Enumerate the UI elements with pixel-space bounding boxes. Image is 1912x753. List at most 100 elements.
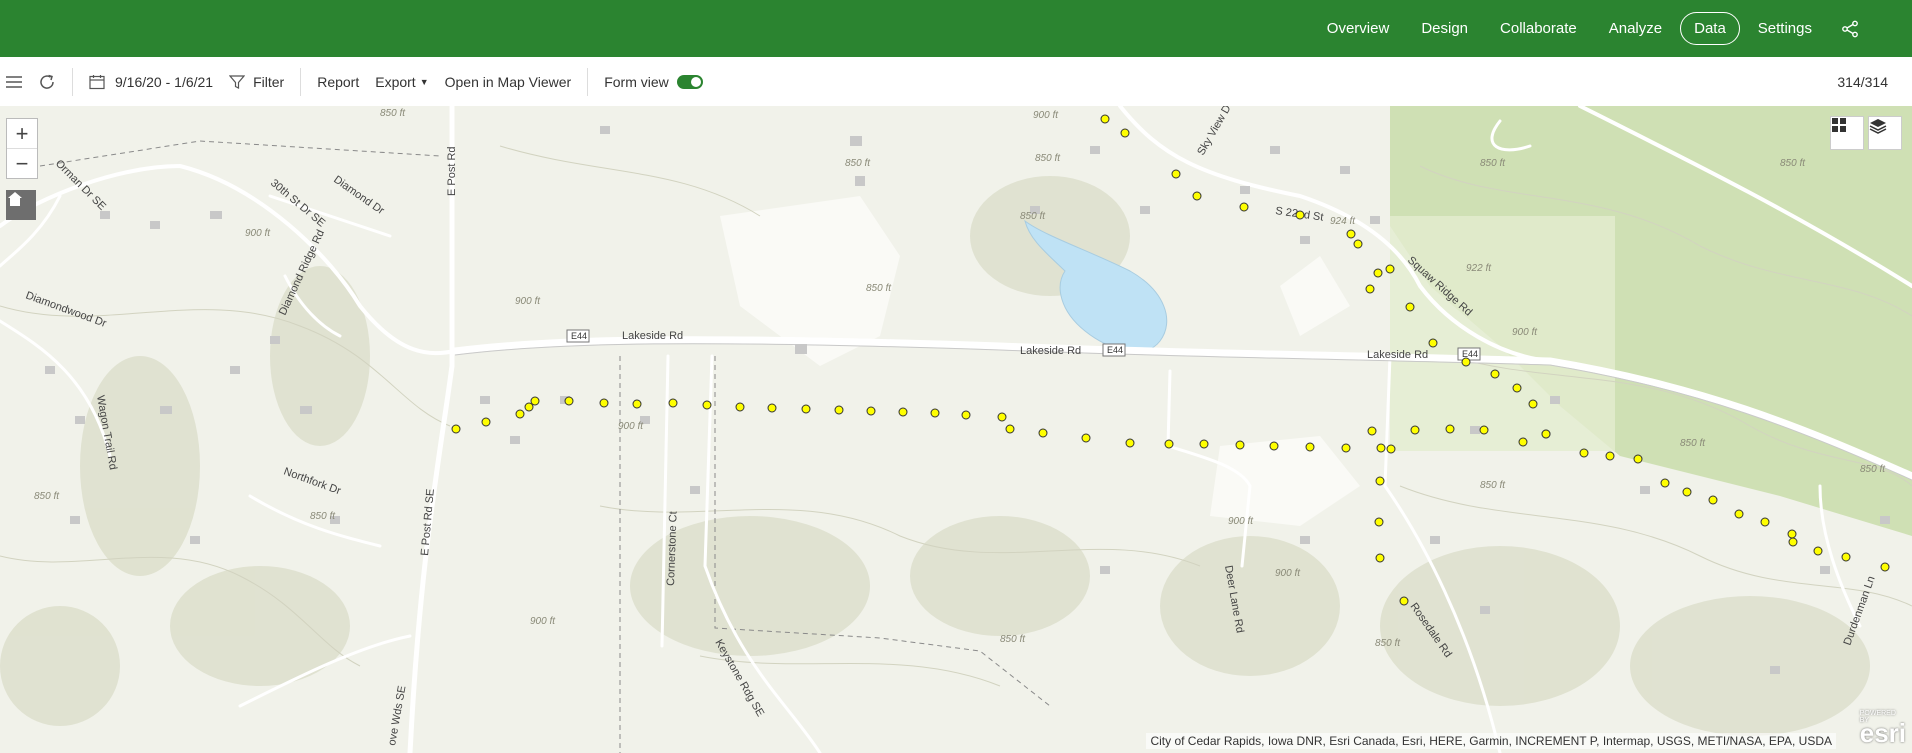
calendar-icon [89, 74, 105, 89]
tab-analyze[interactable]: Analyze [1595, 12, 1676, 45]
survey-point [481, 417, 491, 427]
road-label: ove Wds SE [386, 685, 408, 747]
zoom-out-button[interactable]: − [7, 148, 37, 178]
road-label: Diamond Dr [331, 174, 386, 218]
tab-collaborate[interactable]: Collaborate [1486, 12, 1591, 45]
zoom-control: + − [6, 118, 38, 179]
survey-point [632, 399, 642, 409]
survey-point [1353, 239, 1363, 249]
survey-point [1235, 440, 1245, 450]
survey-point [1734, 509, 1744, 519]
survey-point [1880, 562, 1890, 572]
share-icon [1842, 20, 1858, 37]
survey-point [1367, 426, 1377, 436]
survey-point [1528, 399, 1538, 409]
form-view-toggle[interactable]: Form view [596, 57, 711, 106]
caret-down-icon: ▼ [419, 76, 429, 87]
map-attribution: City of Cedar Rapids, Iowa DNR, Esri Can… [1146, 733, 1836, 749]
elevation-label: 850 ft [845, 158, 871, 169]
filter-button[interactable]: Filter [221, 57, 292, 106]
survey-point [702, 400, 712, 410]
divider [587, 67, 589, 96]
survey-point [1100, 114, 1110, 124]
survey-point [1518, 437, 1528, 447]
survey-point [1428, 338, 1438, 348]
elevation-label: 850 ft [1860, 464, 1886, 475]
survey-point [1375, 553, 1385, 563]
share-button[interactable] [1828, 9, 1872, 49]
elevation-label: 850 ft [34, 491, 60, 502]
survey-point [1633, 454, 1643, 464]
road-label: Diamondwood Dr [24, 290, 108, 330]
toggle-switch[interactable] [676, 74, 703, 89]
survey-point [1038, 428, 1048, 438]
date-range-label: 9/16/20 - 1/6/21 [115, 73, 214, 90]
tab-settings[interactable]: Settings [1744, 12, 1826, 45]
tab-data[interactable]: Data [1680, 12, 1740, 45]
survey-point [1445, 424, 1455, 434]
zoom-in-button[interactable]: + [7, 119, 37, 148]
elevation-label: 900 ft [245, 228, 271, 239]
elevation-label: 850 ft [1020, 211, 1046, 222]
refresh-button[interactable] [30, 57, 64, 106]
survey-point [1269, 441, 1279, 451]
survey-point [524, 402, 534, 412]
survey-point [1386, 444, 1396, 454]
survey-point [1385, 264, 1395, 274]
basemap-gallery-button[interactable] [1830, 116, 1864, 150]
road-label: E Post Rd [446, 146, 458, 196]
report-button[interactable]: Report [309, 57, 367, 106]
menu-button[interactable] [0, 57, 30, 106]
survey-point [451, 424, 461, 434]
filter-icon [229, 74, 246, 89]
open-map-viewer-button[interactable]: Open in Map Viewer [437, 57, 580, 106]
elevation-label: 900 ft [1033, 110, 1059, 121]
export-button[interactable]: Export ▼ [367, 57, 436, 106]
survey-point [1682, 487, 1692, 497]
app-header: Overview Design Collaborate Analyze Data… [0, 0, 1912, 57]
date-range-button[interactable]: 9/16/20 - 1/6/21 [81, 57, 221, 106]
elevation-label: 850 ft [1000, 634, 1026, 645]
survey-point [1125, 438, 1135, 448]
survey-point [1005, 424, 1015, 434]
survey-point [1461, 357, 1471, 367]
map-view[interactable]: Lakeside Rd Lakeside Rd Lakeside Rd E Po… [0, 106, 1912, 753]
elevation-label: 850 ft [1480, 158, 1506, 169]
survey-point [1605, 451, 1615, 461]
survey-point [1295, 210, 1305, 220]
survey-point [1479, 425, 1489, 435]
survey-point [1541, 429, 1551, 439]
survey-point [1164, 439, 1174, 449]
map-canvas: Lakeside Rd Lakeside Rd Lakeside Rd E Po… [0, 106, 1912, 753]
survey-point [1512, 383, 1522, 393]
esri-logo-caption: POWERED BY [1859, 710, 1896, 724]
survey-point [767, 403, 777, 413]
survey-point [1365, 284, 1375, 294]
tab-overview[interactable]: Overview [1313, 12, 1404, 45]
survey-point [801, 404, 811, 414]
road-label: Lakeside Rd [1020, 345, 1081, 357]
filter-label: Filter [253, 73, 285, 90]
road-label: Durdenman Ln [1842, 575, 1878, 647]
survey-point [930, 408, 940, 418]
survey-point [1760, 517, 1770, 527]
elevation-label: 900 ft [1275, 568, 1301, 579]
tab-design[interactable]: Design [1407, 12, 1482, 45]
home-button[interactable] [6, 190, 36, 220]
survey-point [1410, 425, 1420, 435]
survey-point [599, 398, 609, 408]
survey-point [1305, 442, 1315, 452]
elevation-label: 850 ft [380, 108, 406, 119]
road-label: 30th St Dr SE [268, 177, 327, 229]
divider [300, 67, 302, 96]
survey-point [1405, 302, 1415, 312]
survey-point [668, 398, 678, 408]
survey-point [1341, 443, 1351, 453]
survey-point [1787, 529, 1797, 539]
elevation-label: 850 ft [1035, 153, 1061, 164]
export-label: Export [375, 73, 416, 90]
road-label: Lakeside Rd [1367, 349, 1428, 361]
layers-button[interactable] [1868, 116, 1902, 150]
survey-point [1579, 448, 1589, 458]
grid-icon [1832, 118, 1846, 132]
